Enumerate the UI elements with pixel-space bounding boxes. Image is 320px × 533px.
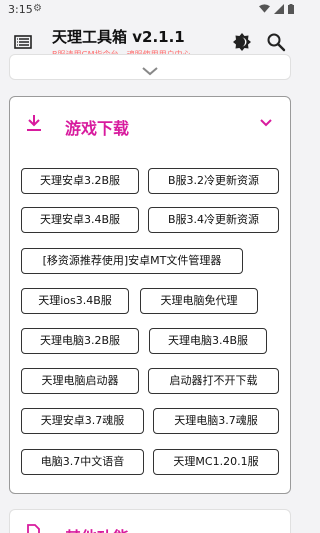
download-button[interactable]: 天理电脑启动器 xyxy=(21,368,139,394)
download-button[interactable]: B服3.2冷更新资源 xyxy=(148,168,279,194)
download-icon xyxy=(27,115,41,131)
other-functions-card[interactable]: 其他功能 xyxy=(9,509,291,533)
collapsed-section-card[interactable] xyxy=(9,54,291,80)
battery-icon xyxy=(288,4,294,14)
document-icon xyxy=(27,524,40,533)
download-button[interactable]: 天理安卓3.2B服 xyxy=(21,168,139,194)
download-button[interactable]: 天理MC1.20.1服 xyxy=(153,449,279,475)
wifi-icon xyxy=(259,4,270,13)
download-button[interactable]: 电脑3.7中文语音 xyxy=(21,449,144,475)
download-button[interactable]: 天理安卓3.7魂服 xyxy=(21,408,144,434)
download-button[interactable]: 天理电脑3.4B服 xyxy=(149,328,267,354)
game-download-card: 游戏下载 天理安卓3.2B服 B服3.2冷更新资源 天理安卓3.4B服 B服3.… xyxy=(9,96,291,494)
status-icons xyxy=(259,4,294,14)
download-button[interactable]: 天理ios3.4B服 xyxy=(21,288,129,314)
download-button[interactable]: [移资源推荐使用]安卓MT文件管理器 xyxy=(21,248,243,274)
status-time: 3:15 xyxy=(8,3,33,16)
download-button[interactable]: 天理电脑免代理 xyxy=(140,288,258,314)
download-button[interactable]: 启动器打不开下载 xyxy=(148,368,279,394)
chevron-down-icon[interactable] xyxy=(141,66,159,76)
signal-icon xyxy=(274,4,284,14)
chevron-down-icon[interactable] xyxy=(259,118,273,128)
app-title: 天理工具箱 v2.1.1 xyxy=(52,28,185,46)
settings-status-icon: ⚙ xyxy=(33,3,42,14)
download-button[interactable]: 天理电脑3.7魂服 xyxy=(153,408,279,434)
section-title: 其他功能 xyxy=(65,524,129,533)
download-button[interactable]: 天理安卓3.4B服 xyxy=(21,207,139,233)
list-menu-icon[interactable] xyxy=(14,33,32,51)
download-button[interactable]: B服3.4冷更新资源 xyxy=(148,207,279,233)
theme-toggle-icon[interactable] xyxy=(232,32,252,52)
download-button[interactable]: 天理电脑3.2B服 xyxy=(21,328,139,354)
status-bar: 3:15 ⚙ xyxy=(0,0,300,20)
section-title: 游戏下载 xyxy=(65,119,130,138)
search-icon[interactable] xyxy=(266,32,286,52)
